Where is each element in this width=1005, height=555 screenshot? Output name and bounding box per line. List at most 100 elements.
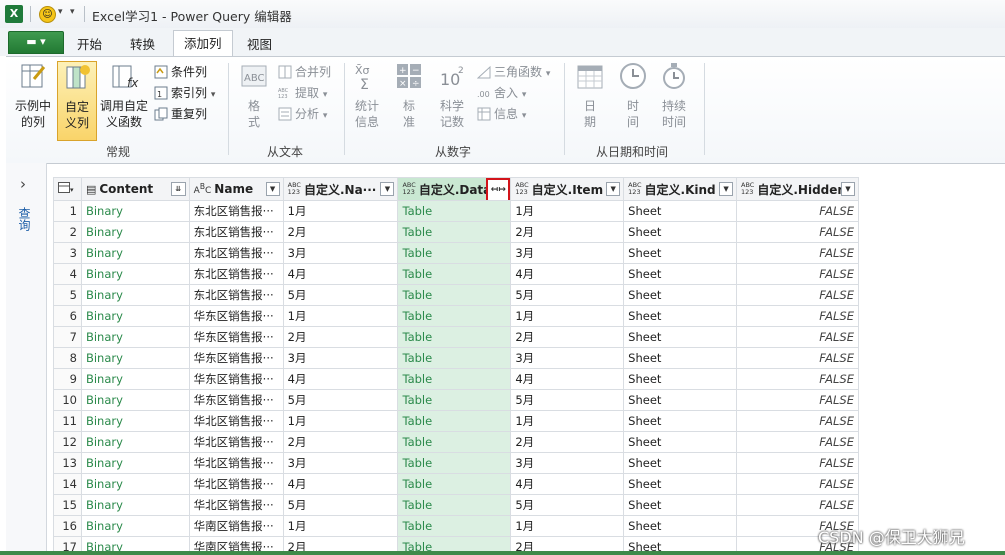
- tab-home[interactable]: 开始: [77, 34, 102, 53]
- chevron-down-icon[interactable]: ▾: [58, 7, 63, 17]
- excel-icon: X: [5, 5, 23, 23]
- table-row[interactable]: 1 Binary 东北区销售报··· 1月 Table 1月 Sheet FALSE: [53, 200, 859, 222]
- extract-button[interactable]: ABC 123 提取 ▾: [278, 84, 327, 102]
- column-header[interactable]: ABC 123 自定义.Item ▼: [510, 177, 625, 201]
- tab-transform[interactable]: 转换: [130, 34, 155, 53]
- table-cell[interactable]: Binary: [80, 494, 190, 516]
- table-cell[interactable]: Table: [397, 326, 512, 348]
- table-cell[interactable]: Table: [397, 305, 512, 327]
- table-cell[interactable]: Table: [397, 263, 512, 285]
- column-header[interactable]: ▤ Content ⇊: [80, 177, 190, 201]
- filter-dropdown-icon[interactable]: ▼: [265, 182, 280, 196]
- queries-pane-label[interactable]: 查询: [17, 207, 33, 231]
- table-cell[interactable]: Table: [397, 515, 512, 537]
- table-cell[interactable]: Binary: [80, 284, 190, 306]
- tab-view[interactable]: 视图: [247, 34, 272, 53]
- table-cell[interactable]: Table: [397, 389, 512, 411]
- table-cell[interactable]: Binary: [80, 515, 190, 537]
- table-cell[interactable]: Table: [397, 494, 512, 516]
- smiley-feedback-icon[interactable]: ☺: [39, 6, 56, 23]
- column-header[interactable]: ABC 123 自定义.Kind ▼: [623, 177, 738, 201]
- table-cell: 华北区销售报···: [188, 410, 284, 432]
- table-cell[interactable]: Table: [397, 452, 512, 474]
- duplicate-column-button[interactable]: 重复列: [154, 105, 207, 123]
- parse-button[interactable]: 分析 ▾: [278, 105, 327, 123]
- merge-columns-button[interactable]: 合并列: [278, 63, 331, 81]
- table-cell[interactable]: Binary: [80, 305, 190, 327]
- table-options-menu[interactable]: ▾: [53, 177, 82, 201]
- time-button[interactable]: 时 间: [615, 61, 651, 130]
- table-cell[interactable]: Binary: [80, 368, 190, 390]
- filter-dropdown-icon[interactable]: ▼: [606, 182, 621, 196]
- table-cell[interactable]: Binary: [80, 326, 190, 348]
- table-cell: 1月: [282, 200, 399, 222]
- table-row[interactable]: 7 Binary 华东区销售报··· 2月 Table 2月 Sheet FALSE: [53, 326, 859, 348]
- index-column-button[interactable]: 1 索引列 ▾: [154, 84, 215, 102]
- table-cell[interactable]: Table: [397, 200, 512, 222]
- table-row[interactable]: 6 Binary 华东区销售报··· 1月 Table 1月 Sheet FALSE: [53, 305, 859, 327]
- table-cell[interactable]: Binary: [80, 200, 190, 222]
- table-row[interactable]: 9 Binary 华东区销售报··· 4月 Table 4月 Sheet FALSE: [53, 368, 859, 390]
- column-header[interactable]: ABC Name ▼: [188, 177, 284, 201]
- statistics-button[interactable]: X̄σ Σ 统计 信息: [349, 61, 385, 130]
- table-cell[interactable]: Table: [397, 410, 512, 432]
- file-menu-button[interactable]: ▬ ▾: [8, 31, 64, 54]
- rounding-button[interactable]: .00 舍入 ▾: [477, 84, 526, 102]
- column-header[interactable]: ABC 123 自定义.Na··· ▼: [282, 177, 399, 201]
- customize-qat-icon[interactable]: ▾: [70, 7, 75, 17]
- table-row[interactable]: 12 Binary 华北区销售报··· 2月 Table 2月 Sheet FALSE: [53, 431, 859, 453]
- table-row[interactable]: 2 Binary 东北区销售报··· 2月 Table 2月 Sheet FALSE: [53, 221, 859, 243]
- table-cell[interactable]: Table: [397, 242, 512, 264]
- row-number: 8: [53, 347, 82, 369]
- table-cell[interactable]: Binary: [80, 263, 190, 285]
- table-row[interactable]: 10 Binary 华东区销售报··· 5月 Table 5月 Sheet FALSE: [53, 389, 859, 411]
- column-from-examples-button[interactable]: 示例中 的列: [12, 61, 54, 130]
- table-cell[interactable]: Table: [397, 368, 512, 390]
- table-row[interactable]: 13 Binary 华北区销售报··· 3月 Table 3月 Sheet FALSE: [53, 452, 859, 474]
- date-button[interactable]: 日 期: [572, 61, 608, 130]
- conditional-column-icon: [154, 65, 168, 79]
- column-header[interactable]: ABC 123 自定义.Hidden ▼: [736, 177, 859, 201]
- column-header[interactable]: ABC 123 自定义.Data ↤↦: [397, 177, 512, 201]
- duration-button[interactable]: 持续 时间: [656, 61, 692, 130]
- table-cell[interactable]: Binary: [80, 242, 190, 264]
- table-row[interactable]: 5 Binary 东北区销售报··· 5月 Table 5月 Sheet FALSE: [53, 284, 859, 306]
- table-row[interactable]: 14 Binary 华北区销售报··· 4月 Table 4月 Sheet FALSE: [53, 473, 859, 495]
- table-cell[interactable]: Binary: [80, 452, 190, 474]
- table-cell[interactable]: Table: [397, 284, 512, 306]
- expand-column-icon[interactable]: ↤↦: [486, 178, 510, 200]
- tab-add-column[interactable]: 添加列: [173, 30, 233, 56]
- scientific-button[interactable]: 10 2 科学 记数: [434, 61, 470, 130]
- table-row[interactable]: 3 Binary 东北区销售报··· 3月 Table 3月 Sheet FALSE: [53, 242, 859, 264]
- invoke-function-icon: fx: [112, 65, 139, 90]
- table-cell[interactable]: Binary: [80, 221, 190, 243]
- table-cell: 华北区销售报···: [188, 452, 284, 474]
- table-cell[interactable]: Binary: [80, 347, 190, 369]
- table-row[interactable]: 16 Binary 华南区销售报··· 1月 Table 1月 Sheet FALSE: [53, 515, 859, 537]
- table-row[interactable]: 11 Binary 华北区销售报··· 1月 Table 1月 Sheet FALSE: [53, 410, 859, 432]
- table-cell[interactable]: Binary: [80, 410, 190, 432]
- invoke-custom-function-button[interactable]: fx 调用自定 义函数: [97, 61, 151, 130]
- table-cell[interactable]: Table: [397, 347, 512, 369]
- standard-button[interactable]: + − × ÷ 标 准: [394, 61, 424, 130]
- table-cell[interactable]: Table: [397, 473, 512, 495]
- table-cell[interactable]: Table: [397, 431, 512, 453]
- trigonometry-button[interactable]: 三角函数 ▾: [476, 63, 550, 81]
- information-button[interactable]: 信息 ▾: [477, 105, 526, 123]
- conditional-column-button[interactable]: 条件列: [154, 63, 207, 81]
- table-cell[interactable]: Binary: [80, 431, 190, 453]
- table-row[interactable]: 8 Binary 华东区销售报··· 3月 Table 3月 Sheet FALSE: [53, 347, 859, 369]
- table-cell: FALSE: [736, 221, 859, 243]
- chevron-right-icon[interactable]: ›: [20, 175, 26, 193]
- filter-dropdown-icon[interactable]: ▼: [719, 182, 734, 196]
- filter-dropdown-icon[interactable]: ▼: [841, 182, 855, 196]
- custom-column-button[interactable]: 自定 义列: [57, 61, 97, 141]
- table-row[interactable]: 15 Binary 华北区销售报··· 5月 Table 5月 Sheet FALSE: [53, 494, 859, 516]
- filter-dropdown-icon[interactable]: ▼: [380, 182, 395, 196]
- table-cell[interactable]: Binary: [80, 389, 190, 411]
- table-cell[interactable]: Binary: [80, 473, 190, 495]
- format-button[interactable]: ABC 格 式: [236, 61, 272, 130]
- table-row[interactable]: 4 Binary 东北区销售报··· 4月 Table 4月 Sheet FALSE: [53, 263, 859, 285]
- table-cell[interactable]: Table: [397, 221, 512, 243]
- expand-binary-icon[interactable]: ⇊: [170, 182, 186, 196]
